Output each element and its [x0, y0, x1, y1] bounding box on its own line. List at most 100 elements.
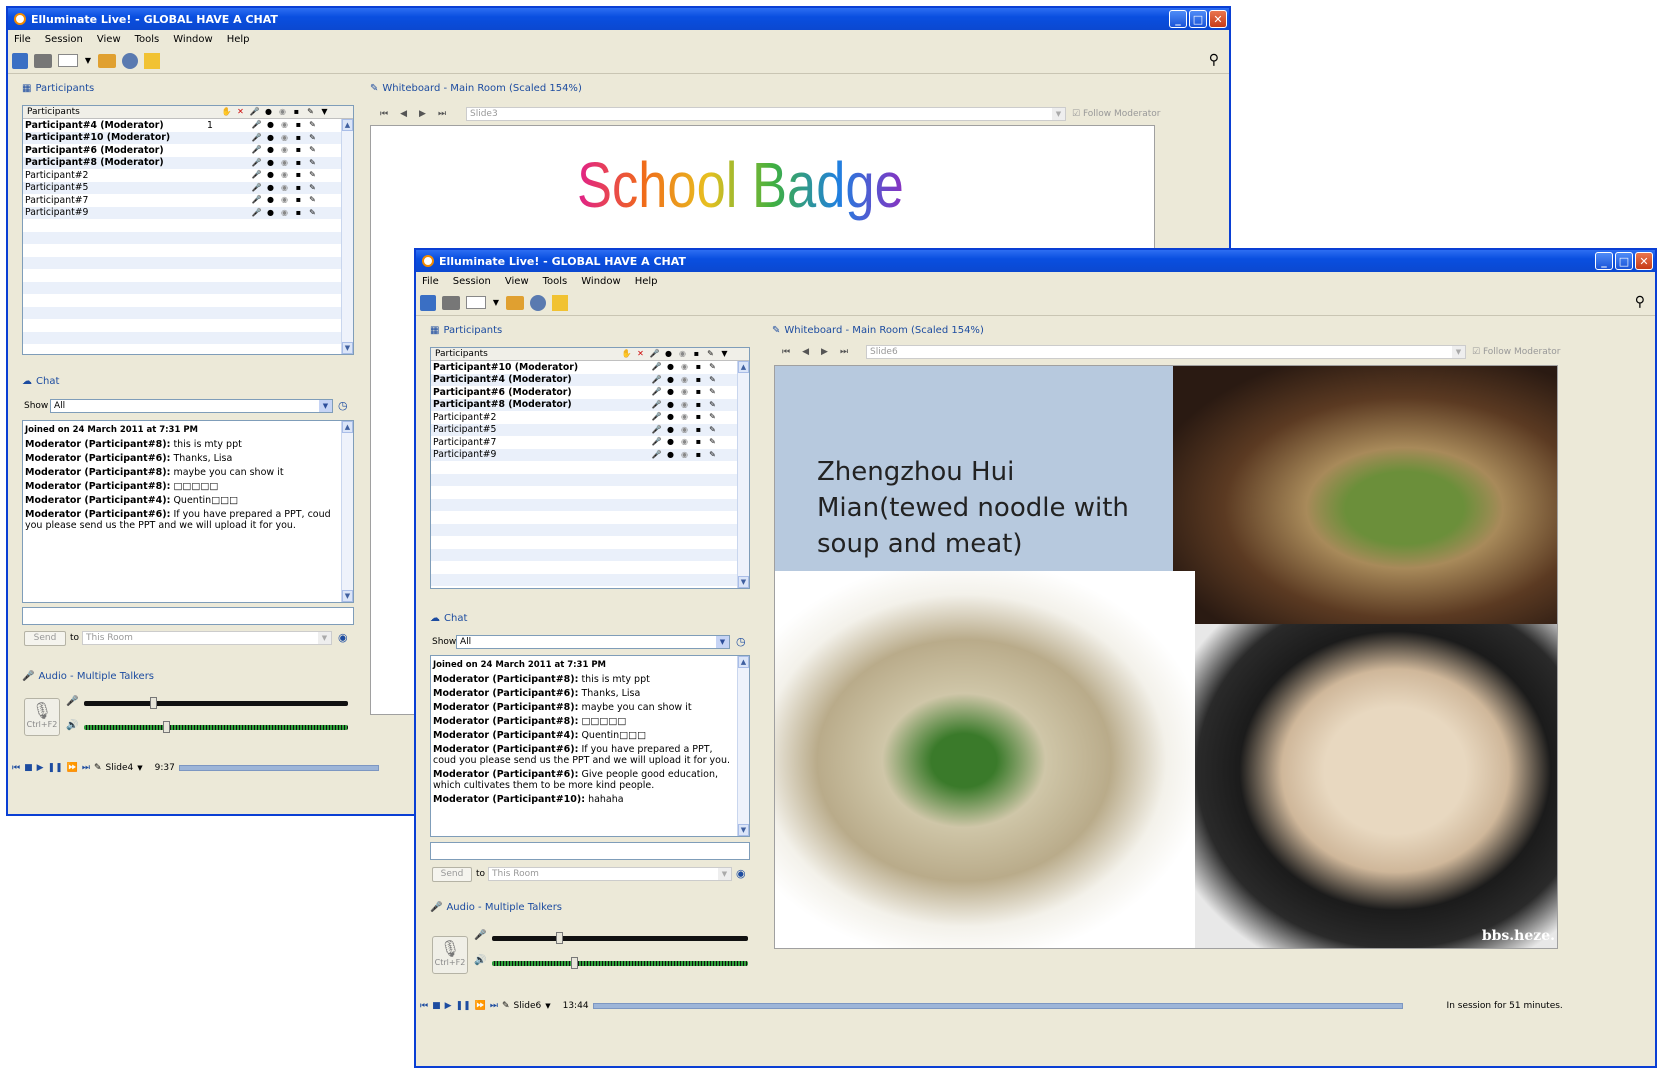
- menu-tools[interactable]: Tools: [543, 276, 568, 287]
- menu-view[interactable]: View: [505, 276, 529, 287]
- eye-icon[interactable]: ◉: [338, 631, 348, 644]
- mic-icon[interactable]: 🎤: [251, 145, 262, 155]
- minimize-button[interactable]: _: [1169, 10, 1187, 28]
- fast-forward-icon[interactable]: ⏩: [475, 1001, 486, 1011]
- screen-icon[interactable]: ▪: [293, 208, 304, 218]
- participant-row[interactable]: Participant#9 🎤 ● ◉ ▪ ✎: [431, 448, 749, 461]
- maximize-button[interactable]: □: [1189, 10, 1207, 28]
- talk-button[interactable]: 🎙 Ctrl+F2: [24, 698, 60, 736]
- last-slide-icon[interactable]: ⏭: [840, 347, 848, 357]
- maximize-button[interactable]: □: [1615, 252, 1633, 270]
- screen-icon[interactable]: ▪: [693, 450, 704, 460]
- rewind-start-icon[interactable]: ⏮: [12, 763, 20, 773]
- status-slide[interactable]: Slide4: [106, 763, 134, 773]
- whiteboard-canvas[interactable]: Zhengzhou Hui Mian(tewed noodle with sou…: [774, 365, 1558, 949]
- participant-row[interactable]: Participant#4 (Moderator) 🎤 ● ◉ ▪ ✎: [431, 373, 749, 386]
- screen-icon[interactable]: ▪: [693, 362, 704, 372]
- mic-icon[interactable]: 🎤: [651, 412, 662, 422]
- chat-icon[interactable]: ◉: [279, 133, 290, 143]
- chat-input[interactable]: [22, 607, 354, 625]
- history-icon[interactable]: ◷: [736, 635, 746, 648]
- screen-icon[interactable]: ▪: [693, 412, 704, 422]
- stop-icon[interactable]: ■: [432, 1001, 441, 1011]
- load-content-icon[interactable]: [506, 295, 524, 310]
- menu-view[interactable]: View: [97, 34, 121, 45]
- menu-session[interactable]: Session: [453, 276, 491, 287]
- participant-row[interactable]: Participant#7 🎤 ● ◉ ▪ ✎: [23, 194, 353, 207]
- mic-icon[interactable]: 🎤: [251, 195, 262, 205]
- participant-row[interactable]: Participant#5 🎤 ● ◉ ▪ ✎: [23, 181, 353, 194]
- pause-icon[interactable]: ❚❚: [456, 1001, 471, 1011]
- participant-row[interactable]: Participant#10 (Moderator) 🎤 ● ◉ ▪ ✎: [23, 131, 353, 144]
- front-titlebar[interactable]: Elluminate Live! - GLOBAL HAVE A CHAT _ …: [416, 250, 1655, 272]
- slide-select[interactable]: Slide6 ▼: [866, 345, 1466, 359]
- menu-tools[interactable]: Tools: [135, 34, 160, 45]
- pen-icon[interactable]: ✎: [707, 425, 718, 435]
- print-icon[interactable]: [442, 295, 460, 310]
- pen-icon[interactable]: ✎: [707, 412, 718, 422]
- status-slide[interactable]: Slide6: [514, 1001, 542, 1011]
- chat-icon[interactable]: ◉: [279, 208, 290, 218]
- participant-row[interactable]: Participant#8 (Moderator) 🎤 ● ◉ ▪ ✎: [23, 156, 353, 169]
- mic-icon[interactable]: 🎤: [251, 183, 262, 193]
- screen-icon[interactable]: ▪: [693, 387, 704, 397]
- mic-volume-slider[interactable]: [492, 932, 748, 944]
- profile-icon[interactable]: [530, 294, 546, 311]
- first-slide-icon[interactable]: ⏮: [380, 109, 388, 119]
- speaker-volume-slider[interactable]: [84, 721, 348, 733]
- save-icon[interactable]: [12, 52, 28, 69]
- menu-help[interactable]: Help: [635, 276, 658, 287]
- pen-icon[interactable]: ✎: [307, 195, 318, 205]
- chat-icon[interactable]: ◉: [279, 195, 290, 205]
- pen-icon[interactable]: ✎: [307, 133, 318, 143]
- chat-icon[interactable]: ◉: [679, 450, 690, 460]
- dropdown-arrow-icon[interactable]: ▼: [492, 293, 500, 313]
- pen-icon[interactable]: ✎: [307, 208, 318, 218]
- prev-slide-icon[interactable]: ◀: [802, 347, 809, 357]
- next-slide-icon[interactable]: ▶: [419, 109, 426, 119]
- pen-icon[interactable]: ✎: [307, 145, 318, 155]
- participant-row[interactable]: Participant#4 (Moderator) 1 🎤 ● ◉ ▪ ✎: [23, 119, 353, 132]
- minimize-button[interactable]: _: [1595, 252, 1613, 270]
- follow-moderator-checkbox[interactable]: ☑ Follow Moderator: [1072, 109, 1161, 119]
- screen-icon[interactable]: ▪: [293, 183, 304, 193]
- mic-icon[interactable]: 🎤: [251, 120, 262, 130]
- chat-icon[interactable]: ◉: [679, 425, 690, 435]
- screen-icon[interactable]: ▪: [693, 425, 704, 435]
- participant-row[interactable]: Participant#2 🎤 ● ◉ ▪ ✎: [23, 169, 353, 182]
- participant-row[interactable]: Participant#6 (Moderator) 🎤 ● ◉ ▪ ✎: [23, 144, 353, 157]
- pause-icon[interactable]: ❚❚: [48, 763, 63, 773]
- rewind-start-icon[interactable]: ⏮: [420, 1001, 428, 1011]
- participant-row[interactable]: Participant#6 (Moderator) 🎤 ● ◉ ▪ ✎: [431, 386, 749, 399]
- back-titlebar[interactable]: Elluminate Live! - GLOBAL HAVE A CHAT _ …: [8, 8, 1229, 30]
- chat-icon[interactable]: ◉: [679, 412, 690, 422]
- screen-icon[interactable]: ▪: [693, 375, 704, 385]
- screen-icon[interactable]: ▪: [293, 195, 304, 205]
- skip-end-icon[interactable]: ⏭: [490, 1001, 498, 1011]
- pen-icon[interactable]: ✎: [307, 120, 318, 130]
- chat-icon[interactable]: ◉: [279, 170, 290, 180]
- chat-icon[interactable]: ◉: [679, 375, 690, 385]
- pen-icon[interactable]: ✎: [707, 437, 718, 447]
- pen-icon[interactable]: ✎: [707, 375, 718, 385]
- menu-help[interactable]: Help: [227, 34, 250, 45]
- slide-select[interactable]: Slide3 ▼: [466, 107, 1066, 121]
- load-content-icon[interactable]: [98, 53, 116, 68]
- chat-icon[interactable]: ◉: [279, 145, 290, 155]
- mic-icon[interactable]: 🎤: [651, 387, 662, 397]
- send-button[interactable]: Send: [432, 867, 472, 882]
- layout-icon[interactable]: [58, 54, 78, 67]
- participants-scrollbar[interactable]: ▲ ▼: [341, 119, 353, 354]
- screen-icon[interactable]: ▪: [293, 133, 304, 143]
- pen-icon[interactable]: ✎: [707, 387, 718, 397]
- follow-moderator-checkbox[interactable]: ☑ Follow Moderator: [1472, 347, 1561, 357]
- mic-icon[interactable]: 🎤: [251, 208, 262, 218]
- notes-icon[interactable]: [144, 52, 160, 69]
- pen-icon[interactable]: ✎: [707, 400, 718, 410]
- participant-row[interactable]: Participant#10 (Moderator) 🎤 ● ◉ ▪ ✎: [431, 361, 749, 374]
- play-icon[interactable]: ▶: [445, 1001, 452, 1011]
- screen-icon[interactable]: ▪: [293, 120, 304, 130]
- pen-icon[interactable]: ✎: [707, 450, 718, 460]
- pen-icon[interactable]: ✎: [707, 362, 718, 372]
- save-icon[interactable]: [420, 294, 436, 311]
